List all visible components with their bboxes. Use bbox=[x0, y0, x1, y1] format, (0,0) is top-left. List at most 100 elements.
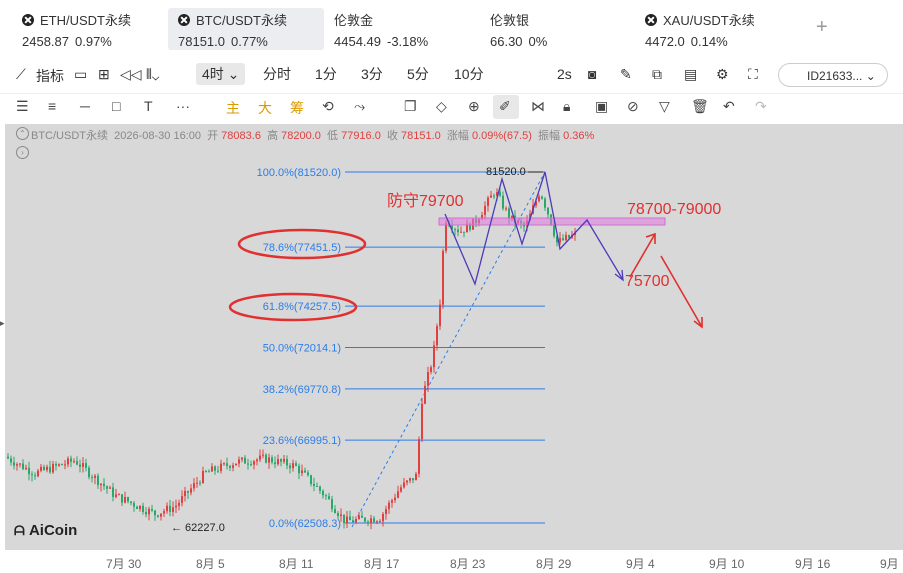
menu-icon[interactable]: ☰ bbox=[16, 98, 29, 115]
timeframe-4[interactable]: 5分 bbox=[401, 63, 435, 85]
candle-body bbox=[112, 487, 114, 497]
candle-body bbox=[283, 458, 285, 462]
exchange-icon bbox=[22, 13, 34, 26]
candle-type-icon[interactable]: ⫴⌄ bbox=[146, 66, 159, 83]
x-tick: 9月 4 bbox=[626, 557, 655, 571]
candle-body bbox=[337, 512, 339, 517]
lines-icon[interactable]: ≡ bbox=[48, 98, 56, 114]
hline-icon[interactable]: ─ bbox=[80, 98, 90, 114]
candle-body bbox=[244, 457, 246, 464]
candle-body bbox=[148, 508, 150, 515]
indicators-button[interactable]: 指标 bbox=[36, 66, 64, 86]
eraser-icon[interactable]: ◇ bbox=[436, 98, 447, 115]
timeframe-select[interactable]: 4时 ⌄ bbox=[196, 63, 246, 85]
candle-body bbox=[565, 235, 567, 241]
open-label: 开 bbox=[207, 130, 219, 142]
ticker-change: 0.97% bbox=[75, 34, 112, 49]
magnet-icon[interactable]: ⊘ bbox=[627, 98, 639, 115]
candle-body bbox=[508, 208, 510, 219]
sync-icon[interactable]: ⟲ bbox=[322, 98, 334, 115]
candle-body bbox=[214, 466, 216, 471]
ticker-xau[interactable]: XAU/USDT永续 4472.0 0.14% bbox=[635, 8, 795, 50]
grid-icon[interactable]: ⊞ bbox=[98, 66, 110, 83]
rewind-icon[interactable]: ◁◁ bbox=[120, 66, 142, 83]
tool-icon[interactable]: ⤳ bbox=[354, 98, 365, 115]
trash-icon[interactable]: 🗑︎ bbox=[691, 98, 709, 115]
measure-icon[interactable]: ⋈ bbox=[531, 98, 545, 115]
candle-body bbox=[568, 235, 570, 238]
ticker-london-gold[interactable]: 伦敦金 4454.49 -3.18% bbox=[324, 8, 474, 50]
candle-body bbox=[256, 459, 258, 462]
ticker-name: 伦敦金 bbox=[334, 13, 374, 28]
ticker-name: ETH/USDT永续 bbox=[40, 13, 132, 28]
candle-body bbox=[364, 517, 366, 522]
candle-body bbox=[406, 480, 408, 483]
candle-body bbox=[217, 470, 219, 472]
undo-icon[interactable]: ↶ bbox=[723, 98, 735, 115]
timeframe-3[interactable]: 3分 bbox=[355, 63, 389, 85]
ticker-btc[interactable]: BTC/USDT永续 78151.0 0.77% bbox=[168, 8, 324, 50]
candle-body bbox=[7, 456, 9, 459]
interval-label[interactable]: 2s bbox=[557, 66, 572, 82]
high-value: 78200.0 bbox=[281, 130, 321, 142]
fullscreen-icon[interactable]: ⛶ bbox=[748, 66, 758, 83]
candlestick-chart[interactable]: 100.0%(81520.0) 78.6%(77451.5) 61.8%(74257… bbox=[5, 124, 903, 550]
ticker-change: 0.77% bbox=[231, 34, 268, 49]
candle-body bbox=[403, 482, 405, 488]
candle-body bbox=[262, 454, 264, 456]
layout-icon[interactable]: ▭ bbox=[74, 66, 87, 83]
filter-icon[interactable]: ▽ bbox=[659, 98, 670, 115]
rectangle-icon[interactable]: □ bbox=[112, 98, 120, 114]
candle-body bbox=[121, 494, 123, 503]
pen-icon[interactable]: ✎ bbox=[620, 66, 632, 83]
zoom-icon[interactable]: ⊕ bbox=[468, 98, 480, 115]
more-icon[interactable]: ··· bbox=[176, 98, 190, 114]
main-chart-button[interactable]: 主 bbox=[226, 98, 240, 118]
copy-icon[interactable]: ❐ bbox=[404, 98, 417, 115]
chip-button[interactable]: 筹 bbox=[290, 98, 304, 118]
camera-icon[interactable]: ◙ bbox=[588, 66, 596, 82]
text-icon[interactable]: T bbox=[144, 98, 153, 114]
ticker-eth[interactable]: ETH/USDT永续 2458.87 0.97% bbox=[12, 8, 162, 50]
account-id-select[interactable]: ID21633... ⌄ bbox=[778, 63, 888, 87]
candle-body bbox=[553, 224, 555, 236]
timeframe-2[interactable]: 1分 bbox=[309, 63, 343, 85]
collapse-icon[interactable]: ⌃ bbox=[16, 127, 29, 140]
ticker-london-silver[interactable]: 伦敦银 66.30 0% bbox=[480, 8, 630, 50]
candle-body bbox=[445, 223, 447, 251]
candle-body bbox=[442, 250, 444, 305]
candle-body bbox=[382, 513, 384, 522]
candle-body bbox=[307, 472, 309, 476]
side-collapse-icon[interactable]: ▸ bbox=[0, 318, 5, 330]
candle-body bbox=[241, 457, 243, 460]
panel-icon[interactable]: ▤ bbox=[684, 66, 697, 83]
candle-body bbox=[334, 509, 336, 513]
big-order-button[interactable]: 大 bbox=[258, 98, 272, 118]
add-ticker-icon[interactable]: + bbox=[816, 16, 828, 39]
candle-body bbox=[154, 510, 156, 516]
expand-icon[interactable]: › bbox=[16, 146, 29, 159]
lock-icon[interactable]: 🔒︎ bbox=[563, 98, 570, 115]
indicator-icon[interactable]: ⟋ bbox=[16, 66, 26, 83]
redo-icon[interactable]: ↷ bbox=[755, 98, 767, 115]
chart-area[interactable]: 100.0%(81520.0) 78.6%(77451.5) 61.8%(74257… bbox=[5, 124, 903, 550]
candle-body bbox=[538, 196, 540, 201]
brush-icon[interactable]: ✐ bbox=[499, 98, 511, 115]
candle-body bbox=[361, 515, 363, 518]
candle-body bbox=[274, 462, 276, 465]
candle-body bbox=[184, 490, 186, 497]
candle-body bbox=[88, 467, 90, 478]
candle-body bbox=[169, 505, 171, 512]
fib-label: 23.6%(66995.1) bbox=[263, 435, 341, 447]
close-label: 收 bbox=[386, 130, 398, 142]
candle-body bbox=[55, 463, 57, 466]
ohlc-info: BTC/USDT永续 2026-08-30 16:00 开 78083.6 高 … bbox=[31, 127, 594, 143]
amplitude-label: 振幅 bbox=[538, 130, 561, 142]
settings-icon[interactable]: ⚙ bbox=[716, 66, 729, 83]
note-icon[interactable]: ▣ bbox=[595, 98, 608, 115]
export-icon[interactable]: ⧉ bbox=[652, 66, 662, 83]
timeframe-5[interactable]: 10分 bbox=[448, 63, 490, 85]
symbol-label: BTC/USDT永续 bbox=[31, 130, 108, 142]
candle-body bbox=[226, 463, 228, 466]
timeframe-1[interactable]: 分时 bbox=[257, 63, 297, 85]
